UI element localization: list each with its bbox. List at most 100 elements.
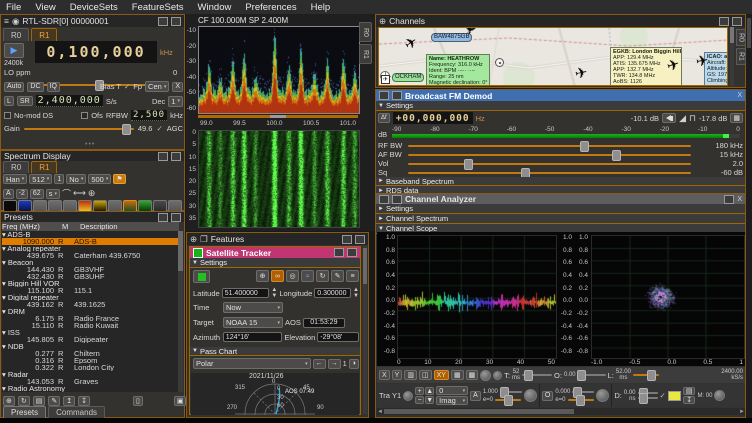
tab-presets[interactable]: Presets xyxy=(3,406,46,418)
export-icon[interactable]: ↥ xyxy=(63,396,75,406)
nomod-checkbox[interactable] xyxy=(4,112,11,119)
shrink-icon[interactable] xyxy=(158,213,168,222)
amp-exp-slider[interactable] xyxy=(495,399,521,401)
ofs-auto-button[interactable]: O xyxy=(542,391,553,401)
link-icon[interactable]: ∞ xyxy=(271,270,284,282)
shrink-icon[interactable] xyxy=(719,17,729,26)
center-frequency-display[interactable]: 0,100,000 xyxy=(35,41,157,63)
preset-row[interactable]: 439.162R439.1625 xyxy=(2,301,179,308)
move-channel-icon[interactable] xyxy=(379,91,389,100)
sr-button[interactable]: SR xyxy=(17,96,33,106)
prev-pass-button[interactable]: ← xyxy=(313,359,326,369)
span-icon[interactable]: ⟷ xyxy=(73,188,86,199)
audio-select-button[interactable]: ▦ xyxy=(730,113,743,123)
menu-item-help[interactable]: Help xyxy=(311,2,331,13)
autostart-icon[interactable]: ◎ xyxy=(286,270,299,282)
agc-check-icon[interactable]: ✓ xyxy=(156,124,162,133)
start-stop-button[interactable]: ▶ xyxy=(4,43,24,58)
preset-scrollbar[interactable] xyxy=(178,231,183,392)
preset-group[interactable]: ▾ Biggin Hill VOR xyxy=(2,280,179,287)
next-pass-button[interactable]: → xyxy=(328,359,341,369)
trace-intensity-button[interactable]: ▩ xyxy=(466,370,479,380)
doppler-icon[interactable]: ≈ xyxy=(301,270,314,282)
map-scrollbar[interactable] xyxy=(730,27,734,86)
spin-icons[interactable]: ▲▼ xyxy=(271,287,277,299)
edit-sats-icon[interactable]: ✎ xyxy=(331,270,344,282)
trace-up-button[interactable]: ▲ xyxy=(425,387,434,395)
ofs-checkbox[interactable] xyxy=(81,112,88,119)
spectrum-vtab-r0[interactable]: R0 xyxy=(359,22,372,42)
deemphasis-icon[interactable]: ◢ xyxy=(679,113,686,124)
decimation-select[interactable]: 1▾ xyxy=(168,96,183,107)
fm-settings-bar[interactable]: ▼ Settings xyxy=(376,101,745,111)
add-trace-button[interactable]: + xyxy=(415,387,424,395)
bias-check-icon[interactable]: ✓ xyxy=(124,82,130,91)
slider-handle[interactable] xyxy=(612,150,621,161)
x-trace-button[interactable]: X xyxy=(379,370,390,380)
gain-slider[interactable] xyxy=(24,128,134,130)
preset-group[interactable]: ▾ Analog repeater xyxy=(2,245,179,252)
slider-track[interactable] xyxy=(408,163,691,165)
shrink-icon[interactable] xyxy=(158,152,168,161)
preset-row[interactable]: 145.805RDigipeater xyxy=(2,336,179,343)
preset-group[interactable]: ▾ Radar xyxy=(2,371,179,378)
close-icon[interactable]: X xyxy=(737,196,742,203)
lock-button[interactable]: L xyxy=(4,96,14,106)
spectrum-canvas[interactable] xyxy=(198,26,360,114)
preset-row[interactable]: 0.277RChiltern xyxy=(2,350,179,357)
ref-level-stepper[interactable]: -2 xyxy=(16,189,28,199)
split-display-button[interactable]: ◫ xyxy=(419,370,432,380)
mute-button[interactable] xyxy=(662,113,676,123)
device-tab-r1[interactable]: R1 xyxy=(31,28,57,41)
preset-group[interactable]: ▾ NDB xyxy=(2,343,179,350)
audio-stereo-icon[interactable]: ⊓ xyxy=(689,113,696,124)
preset-row[interactable]: 15.110RRadio Kuwait xyxy=(2,322,179,329)
amp-knob[interactable] xyxy=(524,389,537,402)
preset-row[interactable]: 432.430RGB3UHF xyxy=(2,273,179,280)
shrink-icon[interactable] xyxy=(334,248,344,257)
scope-trace-canvas[interactable] xyxy=(397,235,557,359)
shrink-icon[interactable] xyxy=(158,17,168,26)
preset-row[interactable]: 6.175RRadio France xyxy=(2,315,179,322)
slider-track[interactable] xyxy=(408,145,691,147)
menu-item-window[interactable]: Window xyxy=(198,2,232,13)
target-icon[interactable]: ⊕ xyxy=(3,396,15,406)
preset-row[interactable]: 0.316REpsom xyxy=(2,357,179,364)
dc-button[interactable]: DC xyxy=(27,82,43,92)
map-attribution-box[interactable]: ✈ xyxy=(381,75,390,84)
sat-settings-bar[interactable]: ▼ Settings xyxy=(190,258,360,268)
channel-settings-icon[interactable] xyxy=(392,195,402,204)
scroll-left-icon[interactable]: ◄ xyxy=(377,409,383,415)
close-icon[interactable] xyxy=(347,248,357,257)
autoscale-button[interactable]: A xyxy=(3,189,14,199)
delay-fine-slider[interactable] xyxy=(638,397,658,399)
save-icon[interactable]: ▤ xyxy=(33,396,46,406)
device-tab-r0[interactable]: R0 xyxy=(3,28,29,41)
maximize-icon[interactable] xyxy=(171,152,181,161)
ofs-slider[interactable] xyxy=(572,391,594,393)
trace-mode-select[interactable]: Imag▾ xyxy=(436,396,468,405)
preset-row[interactable]: 0.322RLondon City xyxy=(2,364,179,371)
preset-row[interactable]: 439.675RCaterham 439.6750 xyxy=(2,252,179,259)
features-scrollbar[interactable] xyxy=(363,246,367,414)
time-select[interactable]: Now▾ xyxy=(223,302,283,313)
channel-spectrum-bar[interactable]: ►Channel Spectrum xyxy=(376,214,745,224)
decim-position-select[interactable]: Cen▾ xyxy=(145,81,169,92)
play-spectrum-button[interactable]: ⚑ xyxy=(113,174,125,184)
scope-hscrollbar[interactable]: ◄ ► xyxy=(377,408,745,415)
ofs-knob[interactable] xyxy=(596,389,609,402)
menu-item-preferences[interactable]: Preferences xyxy=(245,2,296,13)
tab-commands[interactable]: Commands xyxy=(48,406,105,418)
sat-start-button[interactable] xyxy=(193,270,210,283)
adsb-map[interactable]: ⍙ BAW4875GB Name: HEATHROWFrequency: 316… xyxy=(378,27,728,86)
sample-rate-value[interactable]: 2,400,000 xyxy=(36,95,103,107)
preset-row[interactable]: 115.100R115.1 xyxy=(2,287,179,294)
averaging-stepper[interactable]: 1 xyxy=(54,174,64,184)
move-channel-icon[interactable] xyxy=(379,195,389,204)
chart-type-select[interactable]: Polar▾ xyxy=(193,358,311,369)
remove-trace-button[interactable]: − xyxy=(415,396,424,404)
preset-group[interactable]: ▾ Radio Astronomy xyxy=(2,385,179,392)
slider-handle[interactable] xyxy=(580,141,589,152)
ofs-exp-slider[interactable] xyxy=(568,399,594,401)
curve-icon[interactable]: ⌒ xyxy=(62,187,71,200)
